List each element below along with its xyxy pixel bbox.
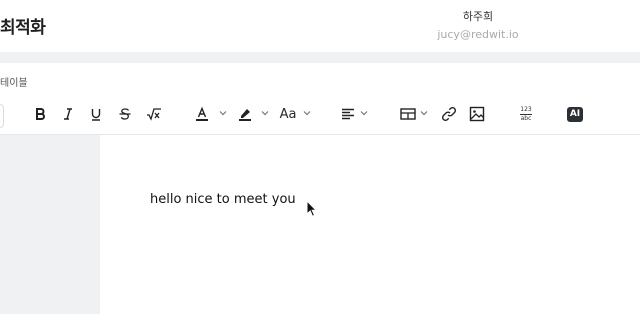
chevron-down-icon[interactable] (260, 108, 270, 118)
image-icon (469, 106, 485, 122)
number-format-top-label: 123 (520, 105, 532, 113)
square-root-icon (147, 108, 161, 121)
table-icon (400, 108, 416, 120)
editor-toolbar: Aa 123 abc AI (0, 96, 640, 135)
highlighter-icon (239, 109, 251, 121)
bold-icon (36, 108, 45, 120)
text-color-icon (196, 106, 208, 121)
number-format-bottom-label: abc (520, 114, 532, 122)
chevron-down-icon[interactable] (359, 108, 369, 118)
breadcrumb[interactable]: 테이블 (0, 74, 28, 89)
align-button[interactable] (338, 102, 358, 126)
highlight-color-button[interactable] (235, 102, 255, 126)
italic-button[interactable] (58, 102, 78, 126)
editor-canvas[interactable] (100, 135, 640, 314)
user-email: jucy@redwit.io (437, 28, 519, 41)
image-button[interactable] (467, 102, 487, 126)
chevron-down-icon[interactable] (218, 108, 228, 118)
mouse-cursor-icon (306, 200, 318, 217)
ai-label: AI (567, 106, 583, 122)
font-size-button[interactable]: Aa (278, 102, 298, 126)
header-separator (0, 52, 640, 63)
table-button[interactable] (398, 102, 418, 126)
toolbar-left-stub (0, 104, 4, 128)
editor-content-text[interactable]: hello nice to meet you (150, 192, 296, 207)
underline-button[interactable] (86, 102, 106, 126)
align-left-icon (342, 108, 354, 120)
strikethrough-icon (119, 108, 131, 120)
ai-button[interactable]: AI (566, 102, 584, 126)
link-icon (441, 106, 457, 122)
chevron-down-icon[interactable] (419, 108, 429, 118)
italic-icon (64, 108, 72, 120)
left-gutter (0, 135, 100, 314)
bold-button[interactable] (30, 102, 50, 126)
number-format-button[interactable]: 123 abc (516, 102, 536, 126)
strikethrough-button[interactable] (115, 102, 135, 126)
text-color-button[interactable] (192, 102, 212, 126)
math-formula-button[interactable] (143, 102, 165, 126)
chevron-down-icon[interactable] (302, 108, 312, 118)
top-header: 최적화 하주희 jucy@redwit.io (0, 0, 640, 52)
underline-icon (91, 109, 101, 121)
link-button[interactable] (439, 102, 459, 126)
user-name[interactable]: 하주희 (0, 8, 640, 24)
